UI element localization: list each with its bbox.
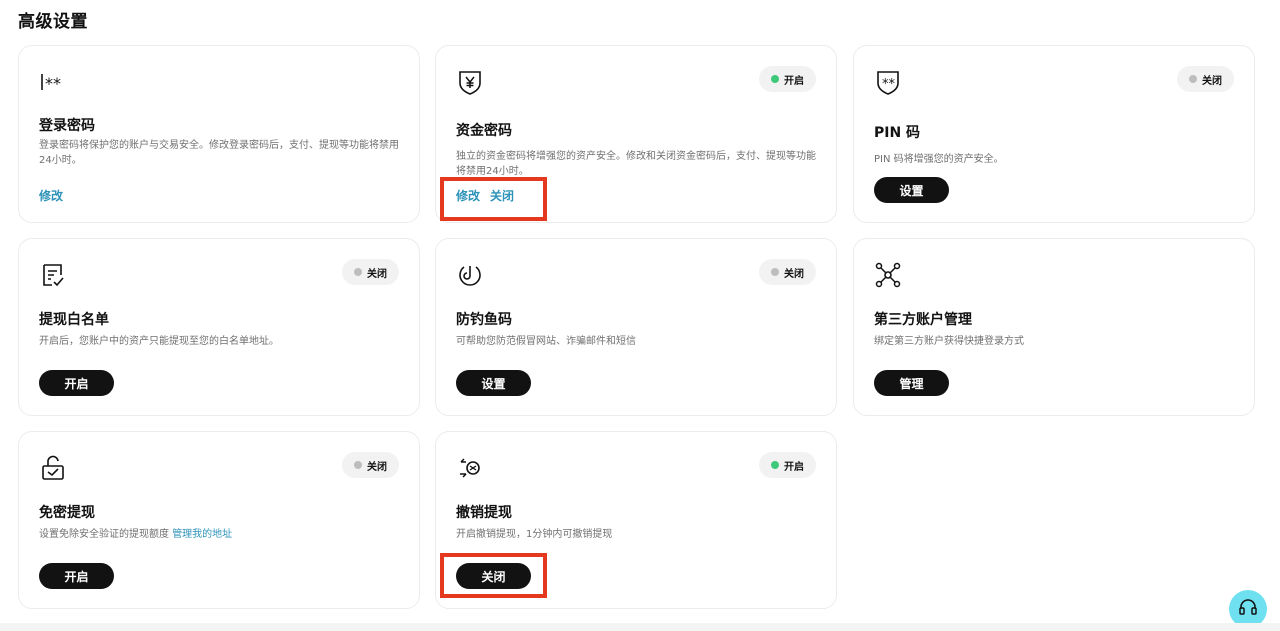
yuan-shield-icon xyxy=(456,68,484,96)
card-title: 免密提现 xyxy=(39,505,95,521)
status-label: 开启 xyxy=(784,461,804,473)
status-label: 关闭 xyxy=(367,268,387,280)
status-off-dot xyxy=(354,268,362,276)
set-anti-phishing-button[interactable]: 设置 xyxy=(456,370,531,396)
page-title: 高级设置 xyxy=(18,12,88,32)
login-password-card: ** 登录密码 登录密码将保护您的账户与交易安全。修改登录密码后，支付、提现等功… xyxy=(18,45,420,223)
manage-third-party-button[interactable]: 管理 xyxy=(874,370,949,396)
card-title: 防钓鱼码 xyxy=(456,312,512,328)
network-nodes-icon xyxy=(874,261,902,289)
status-label: 关闭 xyxy=(367,461,387,473)
card-description: 开启撤销提现，1分钟内可撤销提现 xyxy=(456,529,613,540)
status-label: 关闭 xyxy=(1202,75,1222,87)
card-title: PIN 码 xyxy=(874,125,921,141)
coin-cancel-icon xyxy=(456,454,484,482)
card-description: 可帮助您防范假冒网站、诈骗邮件和短信 xyxy=(456,336,636,347)
card-description: 开启后，您账户中的资产只能提现至您的白名单地址。 xyxy=(39,336,279,347)
manage-address-link[interactable]: 管理我的地址 xyxy=(172,529,232,540)
withdraw-whitelist-card: 关闭 提现白名单 开启后，您账户中的资产只能提现至您的白名单地址。 开启 xyxy=(18,238,420,416)
pin-card: ** 关闭 PIN 码 PIN 码将增强您的资产安全。 设置 xyxy=(853,45,1255,223)
set-pin-button[interactable]: 设置 xyxy=(874,177,949,203)
card-description: 设置免除安全验证的提现额度 管理我的地址 xyxy=(39,527,401,542)
checklist-icon xyxy=(39,261,67,289)
unlocked-padlock-icon xyxy=(39,454,67,482)
status-off-dot xyxy=(354,461,362,469)
card-description: 独立的资金密码将增强您的资产安全。修改和关闭资金密码后，支付、提现等功能将禁用2… xyxy=(456,151,816,177)
card-title: 撤销提现 xyxy=(456,505,512,521)
card-description: 登录密码将保护您的账户与交易安全。修改登录密码后，支付、提现等功能将禁用24小时… xyxy=(39,140,399,166)
svg-text:**: ** xyxy=(882,77,896,92)
password-asterisk-icon: ** xyxy=(39,68,67,96)
anti-phishing-card: 关闭 防钓鱼码 可帮助您防范假冒网站、诈骗邮件和短信 设置 xyxy=(435,238,837,416)
highlight-box-cancel-withdraw-button xyxy=(440,553,547,598)
passwordless-withdraw-card: 关闭 免密提现 设置免除安全验证的提现额度 管理我的地址 开启 xyxy=(18,431,420,609)
status-on-dot xyxy=(771,461,779,469)
status-off-dot xyxy=(1189,75,1197,83)
card-title: 登录密码 xyxy=(39,118,95,134)
card-description: 绑定第三方账户获得快捷登录方式 xyxy=(874,336,1024,347)
status-on-dot xyxy=(771,75,779,83)
bottom-bar xyxy=(0,623,1280,631)
card-title: 资金密码 xyxy=(456,123,512,139)
status-badge: 关闭 xyxy=(1177,66,1234,92)
card-description: PIN 码将增强您的资产安全。 xyxy=(874,154,1004,165)
enable-passwordless-button[interactable]: 开启 xyxy=(39,563,114,589)
status-off-dot xyxy=(771,268,779,276)
status-label: 开启 xyxy=(784,75,804,87)
third-party-account-card: 第三方账户管理 绑定第三方账户获得快捷登录方式 管理 xyxy=(853,238,1255,416)
card-title: 提现白名单 xyxy=(39,312,109,328)
description-text: 设置免除安全验证的提现额度 xyxy=(39,529,169,540)
headset-icon xyxy=(1238,597,1258,621)
modify-login-password-link[interactable]: 修改 xyxy=(39,187,63,204)
status-label: 关闭 xyxy=(784,268,804,280)
status-badge: 关闭 xyxy=(342,259,399,285)
svg-text:**: ** xyxy=(45,74,61,93)
card-title: 第三方账户管理 xyxy=(874,312,972,328)
status-badge: 开启 xyxy=(759,452,816,478)
status-badge: 开启 xyxy=(759,66,816,92)
shield-star-icon: ** xyxy=(874,68,902,96)
hook-icon xyxy=(456,261,484,289)
highlight-box-fund-password-actions xyxy=(440,177,547,221)
status-badge: 关闭 xyxy=(342,452,399,478)
enable-whitelist-button[interactable]: 开启 xyxy=(39,370,114,396)
status-badge: 关闭 xyxy=(759,259,816,285)
